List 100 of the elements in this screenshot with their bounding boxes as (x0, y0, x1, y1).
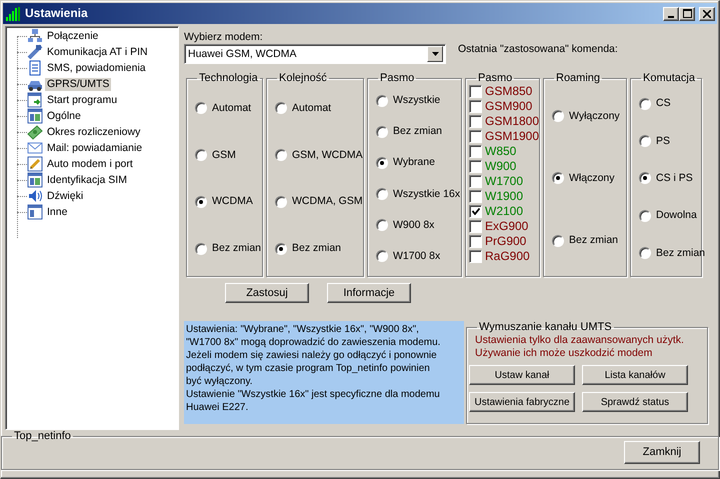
app-icon (5, 6, 21, 22)
checkbox[interactable] (469, 175, 482, 188)
checkbox[interactable] (469, 250, 482, 263)
radio-button[interactable] (275, 196, 287, 208)
radio-button[interactable] (195, 102, 207, 114)
radio-label: Automat (292, 102, 332, 115)
maximize-button[interactable] (679, 6, 695, 20)
radio-button[interactable] (376, 156, 388, 169)
network-icon (27, 28, 43, 44)
channel-button[interactable]: Sprawdź status (582, 392, 688, 412)
sidebar-item[interactable]: Komunikacja AT i PIN (45, 46, 150, 58)
checkbox-label: GSM900 (485, 100, 532, 113)
checkbox-label: W1700 (485, 175, 524, 188)
close-button[interactable] (699, 6, 715, 20)
radio-button[interactable] (376, 188, 388, 200)
checkbox[interactable] (469, 85, 482, 98)
sidebar-item[interactable]: GPRS/UMTS (45, 78, 112, 90)
radio-button[interactable] (275, 102, 287, 114)
radio-label: Wyłączony (569, 110, 620, 123)
sidebar-item[interactable]: Okres rozliczeniowy (45, 126, 142, 138)
checkbox-label: GSM850 (485, 85, 532, 98)
radio-button[interactable] (639, 210, 651, 222)
radio-label: WCDMA, GSM (292, 195, 363, 208)
radio-button[interactable] (195, 149, 207, 162)
dropdown-button[interactable] (427, 46, 443, 62)
sidebar-item[interactable]: Inne (45, 206, 70, 218)
last-command-label: Ostatnia "zastosowana" komenda: (458, 43, 618, 56)
group-title: Komutacja (642, 72, 696, 85)
close-icon (703, 10, 711, 18)
group-title: Roaming (555, 72, 602, 85)
minimize-button[interactable] (663, 6, 679, 20)
speaker-icon (27, 188, 43, 204)
radio-button[interactable] (275, 149, 287, 162)
radio-button[interactable] (552, 172, 564, 184)
money-icon (27, 124, 43, 140)
maximize-icon (682, 9, 692, 18)
sidebar-item[interactable]: Ogólne (45, 110, 83, 122)
radio-button[interactable] (376, 126, 388, 138)
info-text: Ustawienia: "Wybrane", "Wszystkie 16x", "W900 8x", "W1700 8x" mogą doprowadzić do zawieszenia modemu. Jeżeli modem się zawiesi należy go odłączyć i ponownie podłączyć, w tym czasie program Top_netinfo powinien być wyłączony. (186, 323, 442, 388)
radio-label: PS (656, 134, 670, 148)
checkbox-label: W1900 (485, 190, 524, 203)
modem-dropdown[interactable]: Huawei GSM, WCDMA (184, 44, 446, 64)
warning-text: Ustawienia tylko dla zaawansowanych użytk. (475, 334, 685, 347)
checkbox-label: W2100 (485, 205, 524, 218)
radio-label: GSM (212, 148, 236, 162)
caret-icon (432, 52, 438, 56)
checkbox[interactable] (469, 190, 482, 203)
radio-label: WCDMA (212, 195, 253, 208)
action-button[interactable]: Zastosuj (225, 283, 309, 303)
group-title: Pasmo (477, 72, 514, 85)
checkbox-label: ExG900 (485, 220, 528, 233)
checkbox[interactable] (469, 205, 482, 218)
window-icon (27, 108, 43, 124)
radio-label: Wszystkie (393, 94, 440, 108)
radio-button[interactable] (275, 242, 287, 255)
envelope-icon (27, 140, 43, 156)
radio-button[interactable] (639, 135, 651, 148)
sidebar-item[interactable]: SMS, powiadomienia (45, 62, 148, 74)
sidebar-item[interactable]: Identyfikacja SIM (45, 174, 129, 186)
radio-button[interactable] (552, 110, 564, 122)
warning-text: Używanie ich może uszkodzić modem (475, 347, 654, 360)
radio-button[interactable] (195, 242, 207, 255)
close-dialog-button[interactable]: Zamknij (624, 441, 700, 464)
radio-button[interactable] (195, 196, 207, 208)
checkbox[interactable] (469, 100, 482, 113)
radio-label: Bez zmian (212, 242, 262, 256)
minimize-icon (668, 16, 674, 18)
channel-button[interactable]: Ustawienia fabryczne (469, 392, 575, 412)
radio-label: CS i PS (656, 172, 693, 185)
radio-button[interactable] (552, 234, 564, 247)
action-button[interactable]: Informacje (327, 283, 411, 303)
sidebar-item[interactable]: Auto modem i port (45, 158, 135, 170)
group-title: Top_netinfo (13, 430, 72, 443)
radio-button[interactable] (639, 98, 651, 110)
checkbox-label: GSM1900 (485, 130, 540, 143)
checkbox[interactable] (469, 160, 482, 173)
checkbox[interactable] (469, 130, 482, 143)
radio-button[interactable] (376, 94, 388, 107)
group-title: Technologia (198, 72, 259, 85)
checkbox[interactable] (469, 220, 482, 233)
checkbox[interactable] (469, 235, 482, 248)
pencil-window-icon (27, 156, 43, 172)
radio-label: Wszystkie 16x (393, 188, 460, 201)
channel-button[interactable]: Ustaw kanał (469, 365, 575, 385)
sidebar-item[interactable]: Dźwięki (45, 190, 86, 202)
radio-button[interactable] (376, 219, 388, 232)
radio-button[interactable] (639, 247, 651, 260)
sidebar-item[interactable]: Połączenie (45, 30, 100, 42)
radio-label: Włączony (569, 172, 615, 185)
radio-button[interactable] (376, 250, 388, 262)
radio-button[interactable] (639, 172, 651, 184)
modem-label: Wybierz modem: (184, 31, 264, 44)
checkbox[interactable] (469, 115, 482, 128)
radio-label: W1700 8x (393, 250, 440, 263)
radio-label: Bez zmian (656, 246, 706, 260)
channel-button[interactable]: Lista kanałów (582, 365, 688, 385)
checkbox[interactable] (469, 145, 482, 158)
sidebar-item[interactable]: Mail: powiadamianie (45, 142, 144, 154)
sidebar-item[interactable]: Start programu (45, 94, 120, 106)
radio-label: Bez zmian (393, 125, 442, 138)
